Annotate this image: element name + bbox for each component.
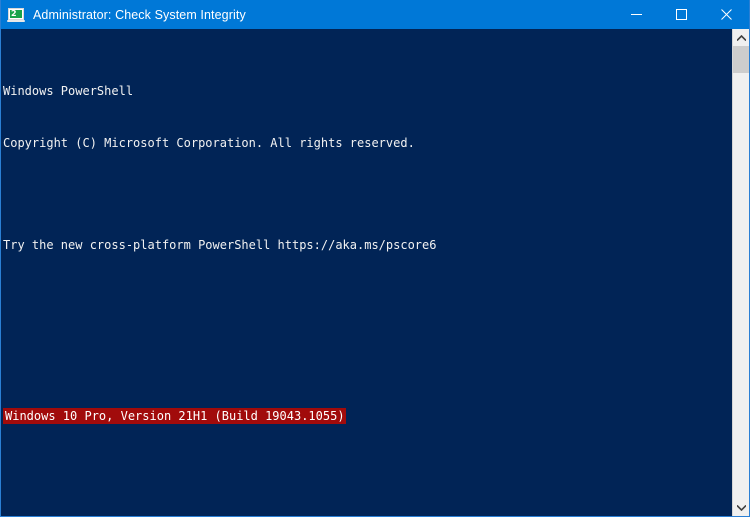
console-line-version-banner: Windows 10 Pro, Version 21H1 (Build 1904…	[3, 408, 732, 425]
minimize-button[interactable]	[614, 0, 659, 29]
scroll-up-button[interactable]	[733, 29, 749, 46]
scrollbar-thumb[interactable]	[733, 46, 749, 73]
console-output[interactable]: Windows PowerShell Copyright (C) Microso…	[1, 29, 732, 516]
title-bar[interactable]: 2 Administrator: Check System Integrity	[1, 0, 749, 29]
window-controls	[614, 0, 749, 29]
scrollbar-track[interactable]	[733, 46, 749, 499]
powershell-console-icon: 2	[7, 6, 25, 24]
vertical-scrollbar[interactable]	[732, 29, 749, 516]
chevron-up-icon	[736, 34, 746, 41]
close-button[interactable]	[704, 0, 749, 29]
chevron-down-icon	[736, 504, 746, 511]
console-line-header-2: Copyright (C) Microsoft Corporation. All…	[3, 135, 415, 150]
maximize-button[interactable]	[659, 0, 704, 29]
client-area: Windows PowerShell Copyright (C) Microso…	[1, 29, 749, 516]
version-banner-text: Windows 10 Pro, Version 21H1 (Build 1904…	[3, 408, 346, 425]
console-line-header-1: Windows PowerShell	[3, 84, 134, 99]
minimize-icon	[631, 14, 642, 15]
powershell-window: 2 Administrator: Check System Integrity	[0, 0, 750, 517]
console-line-promo: Try the new cross-platform PowerShell ht…	[3, 238, 437, 253]
window-title: Administrator: Check System Integrity	[33, 7, 246, 22]
maximize-icon	[676, 9, 687, 20]
scroll-down-button[interactable]	[733, 499, 749, 516]
close-icon	[721, 9, 732, 20]
powershell-icon-glyph: 2	[11, 9, 17, 18]
